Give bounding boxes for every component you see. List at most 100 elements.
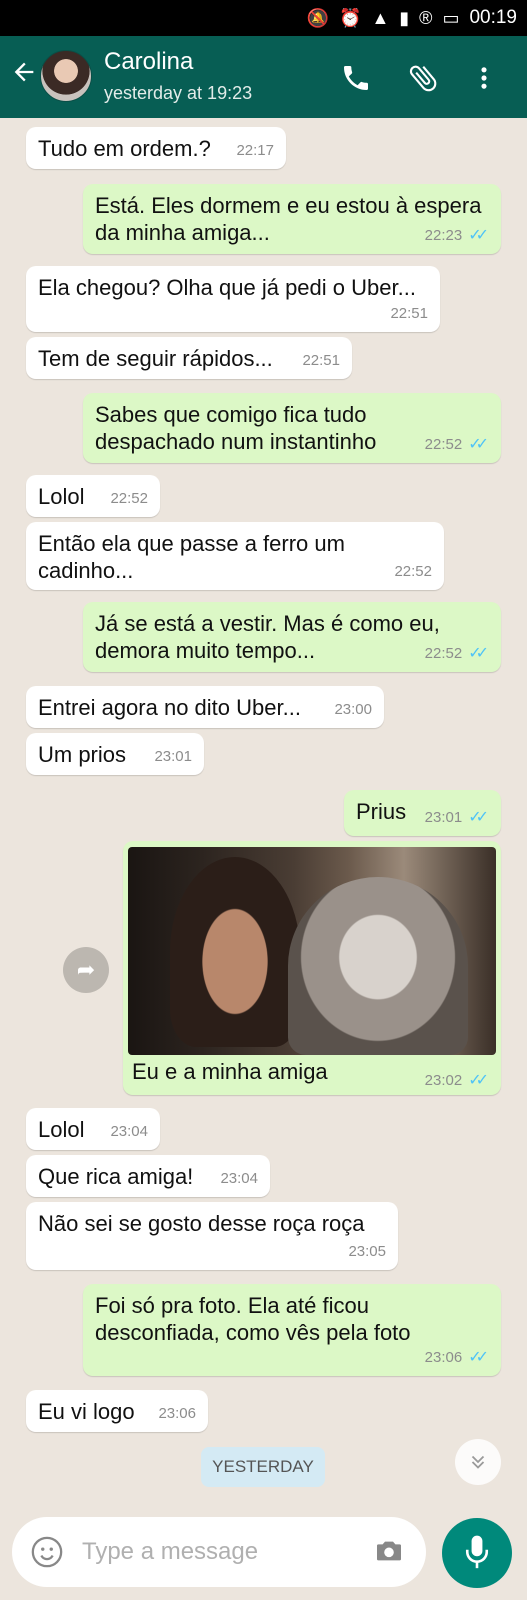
date-separator: YESTERDAY <box>201 1447 325 1487</box>
message-time: 23:00 <box>334 701 372 718</box>
message-outgoing[interactable]: Está. Eles dormem e eu estou à espera da… <box>83 184 501 254</box>
camera-icon[interactable] <box>372 1535 408 1569</box>
phone-icon[interactable] <box>340 58 376 98</box>
message-text: Ela chegou? Olha que já pedi o Uber... <box>38 275 416 300</box>
more-options-icon[interactable] <box>470 58 506 98</box>
read-ticks-icon: ✓✓ <box>468 1072 489 1089</box>
microphone-button[interactable] <box>442 1518 512 1588</box>
message-text: Prius <box>356 799 407 824</box>
message-text: Entrei agora no dito Uber... <box>38 695 301 720</box>
photo-cat <box>288 877 468 1055</box>
message-incoming[interactable]: Não sei se gosto desse roça roça 23:05 <box>26 1202 398 1270</box>
shared-photo[interactable] <box>128 847 496 1055</box>
message-time: 22:52 <box>394 563 432 580</box>
message-meta: 22:51 <box>390 300 428 327</box>
contact-name[interactable]: Carolina <box>104 48 193 76</box>
message-meta: 22:52 ✓✓ <box>425 431 489 458</box>
message-meta: 23:00 <box>334 696 372 723</box>
scroll-down-icon[interactable] <box>455 1439 501 1485</box>
read-ticks-icon: ✓✓ <box>468 809 489 826</box>
message-time: 22:52 <box>110 490 148 507</box>
message-meta: 22:52 <box>110 485 148 512</box>
message-time: 23:02 <box>424 1071 463 1089</box>
message-time: 23:01 <box>424 809 463 826</box>
message-outgoing[interactable]: Foi só pra foto. Ela até ficou desconfia… <box>83 1284 501 1376</box>
message-time: 23:05 <box>348 1243 386 1260</box>
message-time: 23:01 <box>154 748 192 765</box>
message-meta: 23:02 ✓✓ <box>425 1070 489 1090</box>
chat-header: Carolina yesterday at 19:23 <box>0 36 527 118</box>
message-incoming[interactable]: Um prios 23:01 <box>26 733 204 775</box>
message-time: 22:51 <box>302 352 340 369</box>
message-text: Eu vi logo <box>38 1399 135 1424</box>
read-ticks-icon: ✓✓ <box>468 227 489 244</box>
forward-icon[interactable]: ➦ <box>63 947 109 993</box>
message-incoming[interactable]: Tem de seguir rápidos... 22:51 <box>26 337 352 379</box>
message-text: Lolol <box>38 484 85 509</box>
message-meta: 22:23 ✓✓ <box>425 222 489 249</box>
message-text: Já se está a vestir. Mas é como eu, demo… <box>95 611 440 663</box>
message-meta: 23:06 <box>158 1400 196 1427</box>
message-incoming[interactable]: Eu vi logo 23:06 <box>26 1390 208 1432</box>
message-time: 23:04 <box>110 1123 148 1140</box>
message-time: 22:23 <box>424 227 463 244</box>
message-meta: 23:06 ✓✓ <box>425 1344 489 1371</box>
message-meta: 22:17 <box>236 137 274 164</box>
message-text: Tem de seguir rápidos... <box>38 346 273 371</box>
message-incoming[interactable]: Lolol 23:04 <box>26 1108 160 1150</box>
mute-icon: 🔕 <box>306 7 330 28</box>
battery-icon: ▭ <box>442 7 460 28</box>
message-meta: 23:04 <box>110 1118 148 1145</box>
message-meta: 23:01 ✓✓ <box>425 804 489 831</box>
message-composer <box>12 1517 426 1587</box>
message-time: 23:06 <box>424 1349 463 1366</box>
message-time: 22:17 <box>236 142 274 159</box>
read-ticks-icon: ✓✓ <box>468 645 489 662</box>
message-meta: 22:52 ✓✓ <box>425 640 489 667</box>
message-incoming[interactable]: Que rica amiga! 23:04 <box>26 1155 270 1197</box>
roaming-icon: ® <box>419 7 433 28</box>
paperclip-icon[interactable] <box>406 58 442 98</box>
message-meta: 22:51 <box>302 347 340 374</box>
message-outgoing[interactable]: Sabes que comigo fica tudo despachado nu… <box>83 393 501 463</box>
signal-icon: ▮ <box>399 7 410 28</box>
status-time: 00:19 <box>469 7 517 28</box>
message-text: Está. Eles dormem e eu estou à espera da… <box>95 193 482 245</box>
message-time: 22:52 <box>424 645 463 662</box>
message-meta: 23:04 <box>220 1165 258 1192</box>
emoji-icon[interactable] <box>30 1535 64 1569</box>
message-input[interactable] <box>82 1531 362 1573</box>
last-seen: yesterday at 19:23 <box>104 83 253 103</box>
avatar[interactable] <box>40 50 92 102</box>
message-text: Foi só pra foto. Ela até ficou desconfia… <box>95 1293 411 1345</box>
alarm-icon: ⏰ <box>339 7 362 28</box>
message-text: Um prios <box>38 742 127 767</box>
message-incoming[interactable]: Tudo em ordem.? 22:17 <box>26 127 286 169</box>
message-outgoing[interactable]: Prius 23:01 ✓✓ <box>344 790 501 836</box>
message-incoming[interactable]: Entrei agora no dito Uber... 23:00 <box>26 686 384 728</box>
photo-message[interactable]: Eu e a minha amiga 23:02 ✓✓ <box>123 841 501 1095</box>
photo-person <box>170 857 300 1047</box>
message-meta: 22:52 <box>394 558 432 585</box>
message-time: 23:04 <box>220 1170 258 1187</box>
message-text: Que rica amiga! <box>38 1164 194 1189</box>
message-time: 23:06 <box>158 1405 196 1422</box>
message-incoming[interactable]: Ela chegou? Olha que já pedi o Uber... 2… <box>26 266 440 332</box>
message-text: Não sei se gosto desse roça roça <box>38 1211 365 1236</box>
message-text: Lolol <box>38 1117 85 1142</box>
wifi-icon: ▲ <box>371 7 390 28</box>
photo-caption: Eu e a minha amiga <box>132 1059 328 1084</box>
message-time: 22:52 <box>424 436 463 453</box>
message-incoming[interactable]: Então ela que passe a ferro um cadinho..… <box>26 522 444 590</box>
message-incoming[interactable]: Lolol 22:52 <box>26 475 160 517</box>
message-text: Tudo em ordem.? <box>38 136 211 161</box>
back-arrow-icon[interactable] <box>10 58 40 94</box>
message-meta: 23:05 <box>348 1238 386 1265</box>
message-text: Então ela que passe a ferro um cadinho..… <box>38 531 345 583</box>
read-ticks-icon: ✓✓ <box>468 1349 489 1366</box>
message-text: Sabes que comigo fica tudo despachado nu… <box>95 402 377 454</box>
status-bar: 🔕 ⏰ ▲ ▮ ® ▭ 00:19 <box>0 0 527 36</box>
microphone-icon <box>465 1535 489 1569</box>
message-meta: 23:01 <box>154 743 192 770</box>
message-outgoing[interactable]: Já se está a vestir. Mas é como eu, demo… <box>83 602 501 672</box>
